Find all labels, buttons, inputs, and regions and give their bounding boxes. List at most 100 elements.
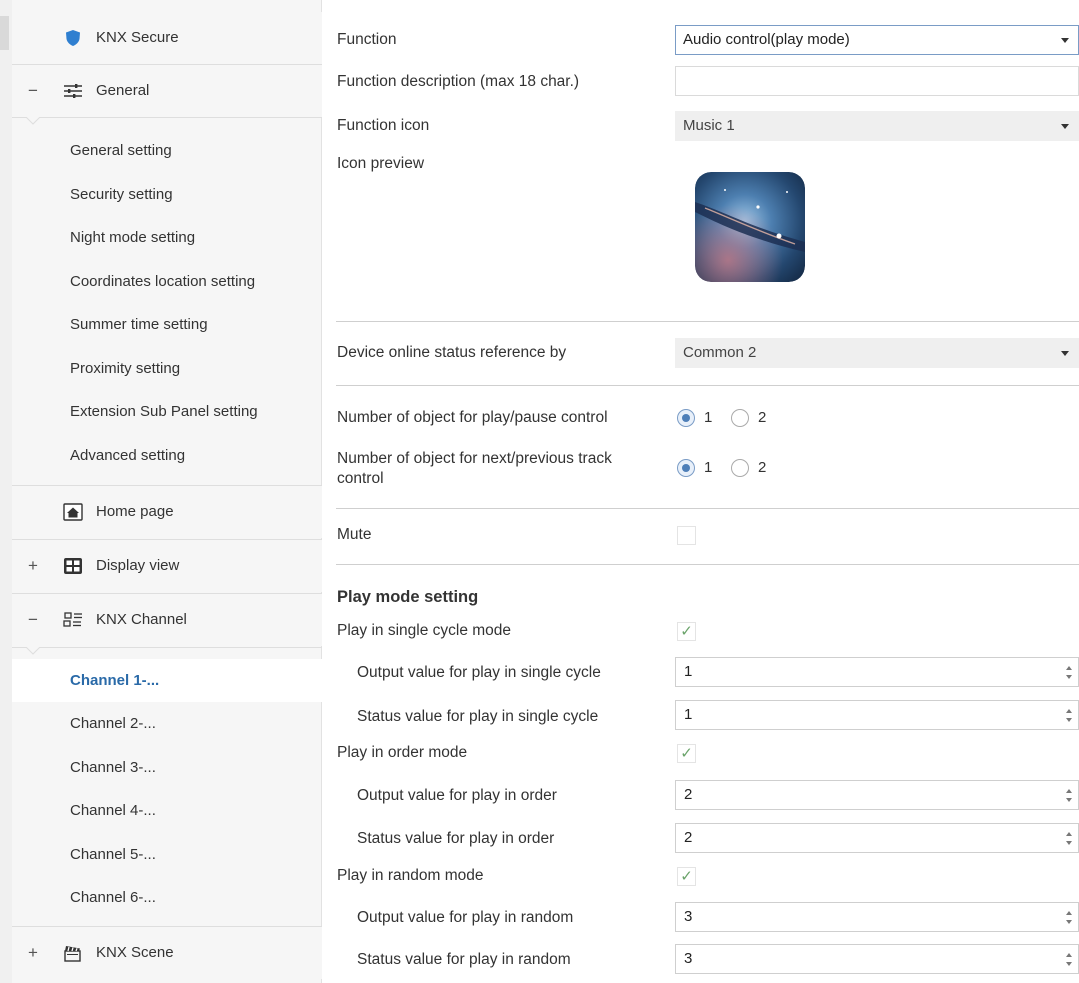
function-icon-select[interactable]: Music 1	[675, 111, 1079, 141]
spin-up-icon[interactable]	[1066, 832, 1072, 836]
function-icon-label: Function icon	[337, 117, 430, 134]
next-previous-objects-radio-1[interactable]	[677, 459, 695, 477]
radio-label: 1	[704, 459, 713, 476]
notch-icon	[26, 117, 40, 125]
sidebar-item-advanced-setting[interactable]: Advanced setting	[12, 434, 322, 477]
expand-icon[interactable]: +	[28, 927, 38, 979]
single-cycle-output-label: Output value for play in single cycle	[357, 664, 601, 681]
sidebar-group-label: KNX Scene	[96, 944, 174, 961]
spin-up-icon[interactable]	[1066, 789, 1072, 793]
random-status-input[interactable]: 3	[675, 944, 1079, 974]
single-cycle-output-input[interactable]: 1	[675, 657, 1079, 687]
sidebar-item-night-mode-setting[interactable]: Night mode setting	[12, 216, 322, 259]
order-mode-checkbox[interactable]: ✓	[677, 744, 696, 763]
single-cycle-mode-label: Play in single cycle mode	[337, 622, 512, 639]
divider	[12, 647, 322, 648]
collapse-icon[interactable]: −	[28, 594, 38, 646]
sidebar: KNX Secure − General General setting Sec…	[0, 0, 326, 983]
sidebar-item-coordinates-location-setting[interactable]: Coordinates location setting	[12, 260, 322, 303]
order-status-label: Status value for play in order	[357, 830, 555, 847]
sidebar-item-general-setting[interactable]: General setting	[12, 129, 322, 172]
section-divider	[336, 564, 1079, 565]
divider	[12, 117, 322, 118]
function-label: Function	[337, 31, 397, 48]
single-cycle-status-input[interactable]: 1	[675, 700, 1079, 730]
single-cycle-status-label: Status value for play in single cycle	[357, 708, 599, 725]
random-mode-label: Play in random mode	[337, 867, 484, 884]
shield-icon	[66, 30, 80, 46]
sidebar-group-knx-channel[interactable]: − KNX Channel	[12, 594, 322, 646]
chevron-down-icon	[1061, 38, 1069, 43]
mute-checkbox[interactable]	[677, 526, 696, 545]
spin-value: 2	[684, 829, 693, 846]
radio-label: 2	[758, 409, 767, 426]
parameter-panel: Function Audio control(play mode) Functi…	[322, 0, 1079, 983]
spin-up-icon[interactable]	[1066, 666, 1072, 670]
sidebar-item-channel-2[interactable]: Channel 2-...	[12, 702, 322, 745]
sidebar-item-channel-5[interactable]: Channel 5-...	[12, 833, 322, 876]
sidebar-group-label: General	[96, 82, 150, 99]
single-cycle-mode-checkbox[interactable]: ✓	[677, 622, 696, 641]
sidebar-edge-strip	[0, 16, 9, 50]
spin-up-icon[interactable]	[1066, 709, 1072, 713]
sidebar-item-channel-4[interactable]: Channel 4-...	[12, 789, 322, 832]
home-icon	[63, 503, 83, 521]
sidebar-item-home-page[interactable]: Home page	[12, 486, 322, 538]
sidebar-group-general[interactable]: − General	[12, 65, 322, 117]
sidebar-group-knx-scene[interactable]: + KNX Scene	[12, 927, 322, 979]
function-description-label: Function description (max 18 char.)	[337, 73, 580, 90]
sidebar-item-label: Home page	[96, 503, 174, 520]
chevron-down-icon	[1061, 124, 1069, 129]
sidebar-item-summer-time-setting[interactable]: Summer time setting	[12, 303, 322, 346]
sliders-icon	[64, 84, 82, 98]
grid-icon	[64, 558, 82, 574]
section-divider	[336, 508, 1079, 509]
spin-down-icon[interactable]	[1066, 962, 1072, 966]
spin-down-icon[interactable]	[1066, 798, 1072, 802]
function-description-input[interactable]	[675, 66, 1079, 96]
mute-label: Mute	[337, 526, 372, 543]
spin-down-icon[interactable]	[1066, 920, 1072, 924]
sidebar-item-extension-sub-panel-setting[interactable]: Extension Sub Panel setting	[12, 390, 322, 433]
function-select[interactable]: Audio control(play mode)	[675, 25, 1079, 55]
spin-value: 3	[684, 950, 693, 967]
sidebar-item-knx-secure[interactable]: KNX Secure	[12, 12, 322, 64]
next-previous-objects-label-continued: control	[337, 470, 384, 487]
spin-down-icon[interactable]	[1066, 675, 1072, 679]
radio-label: 1	[704, 409, 713, 426]
order-status-input[interactable]: 2	[675, 823, 1079, 853]
section-divider	[336, 321, 1079, 322]
collapse-icon[interactable]: −	[28, 65, 38, 117]
sidebar-item-channel-6[interactable]: Channel 6-...	[12, 876, 322, 919]
spin-up-icon[interactable]	[1066, 953, 1072, 957]
spin-up-icon[interactable]	[1066, 911, 1072, 915]
random-mode-checkbox[interactable]: ✓	[677, 867, 696, 886]
clapperboard-icon	[64, 946, 81, 962]
play-pause-objects-radio-2[interactable]	[731, 409, 749, 427]
sidebar-item-channel-3[interactable]: Channel 3-...	[12, 746, 322, 789]
sidebar-item-channel-1[interactable]: Channel 1-...	[12, 659, 326, 702]
sidebar-item-security-setting[interactable]: Security setting	[12, 173, 322, 216]
sidebar-item-proximity-setting[interactable]: Proximity setting	[12, 347, 322, 390]
play-mode-setting-heading: Play mode setting	[337, 588, 479, 606]
notch-icon	[26, 647, 40, 655]
sidebar-item-label: KNX Secure	[96, 29, 179, 46]
spin-value: 1	[684, 706, 693, 723]
next-previous-objects-radio-2[interactable]	[731, 459, 749, 477]
spin-down-icon[interactable]	[1066, 718, 1072, 722]
spin-value: 2	[684, 786, 693, 803]
random-output-input[interactable]: 3	[675, 902, 1079, 932]
device-online-status-label: Device online status reference by	[337, 344, 567, 361]
device-online-status-value: Common 2	[683, 344, 757, 361]
sidebar-group-label: Display view	[96, 557, 180, 574]
device-online-status-select[interactable]: Common 2	[675, 338, 1079, 368]
sidebar-group-display-view[interactable]: + Display view	[12, 540, 322, 592]
order-output-input[interactable]: 2	[675, 780, 1079, 810]
expand-icon[interactable]: +	[28, 540, 38, 592]
play-pause-objects-radio-1[interactable]	[677, 409, 695, 427]
section-divider	[336, 385, 1079, 386]
spin-value: 1	[684, 663, 693, 680]
chevron-down-icon	[1061, 351, 1069, 356]
music-icon-preview	[695, 172, 805, 282]
spin-down-icon[interactable]	[1066, 841, 1072, 845]
